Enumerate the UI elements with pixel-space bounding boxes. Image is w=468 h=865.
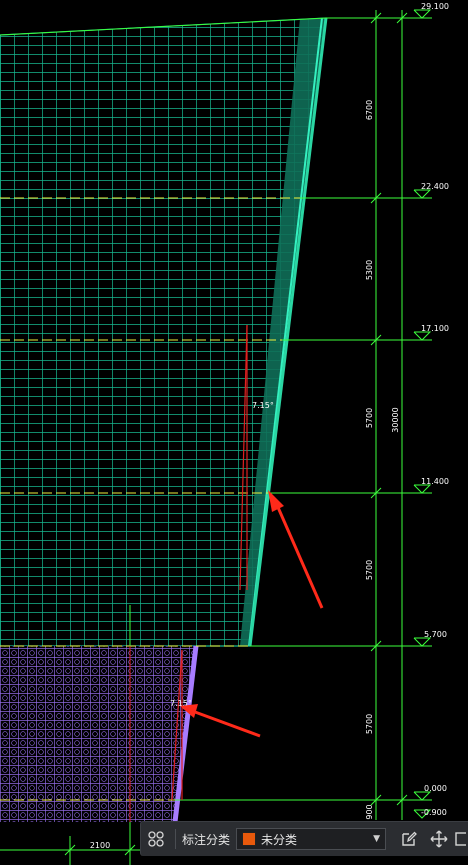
elevation-22400: 22.400 bbox=[421, 182, 449, 191]
elevation-markers bbox=[413, 9, 432, 819]
dim-5300: 5300 bbox=[365, 260, 374, 280]
annotation-toolbar: 标注分类 未分类 ▼ bbox=[140, 821, 468, 856]
dim-5700-a: 5700 bbox=[365, 408, 374, 428]
dim-900: 900 bbox=[365, 804, 374, 819]
elevation-29100: 29.100 bbox=[421, 2, 449, 11]
dim-bottom-2100: 2100 bbox=[90, 841, 110, 850]
dim-5700-b: 5700 bbox=[365, 560, 374, 580]
annotation-category-label: 标注分类 bbox=[182, 832, 231, 847]
elevation-11400: 11.400 bbox=[421, 477, 449, 486]
elevation-minus-0900: -0.900 bbox=[421, 808, 447, 817]
grid-icon[interactable] bbox=[141, 825, 171, 853]
dim-6700: 6700 bbox=[365, 100, 374, 120]
red-arrow-upper bbox=[268, 490, 324, 609]
cad-drawing-canvas[interactable]: 29.100 22.400 17.100 11.400 5.700 0.000 … bbox=[0, 0, 468, 865]
dimension-chain bbox=[370, 10, 408, 820]
move-icon[interactable] bbox=[424, 825, 454, 853]
dim-5700-c: 5700 bbox=[365, 714, 374, 734]
dropdown-arrow-icon[interactable]: ▼ bbox=[373, 834, 380, 844]
elevation-0000: 0.000 bbox=[424, 784, 447, 793]
elevation-5700: 5.700 bbox=[424, 630, 447, 639]
red-arrow-lower bbox=[180, 704, 261, 738]
category-select[interactable]: 未分类 ▼ bbox=[236, 828, 387, 850]
edit-icon[interactable] bbox=[394, 825, 424, 853]
category-color-swatch bbox=[242, 832, 257, 846]
category-select-value: 未分类 bbox=[261, 832, 298, 847]
copy-icon[interactable] bbox=[454, 825, 467, 853]
lower-facade-mesh bbox=[0, 646, 196, 822]
bottom-dimension: 2100 bbox=[0, 822, 140, 865]
dim-total-30000: 30000 bbox=[391, 407, 400, 432]
elevation-17100: 17.100 bbox=[421, 324, 449, 333]
angle-label-upper: 7.15° bbox=[252, 401, 274, 410]
toolbar-divider bbox=[175, 829, 176, 849]
